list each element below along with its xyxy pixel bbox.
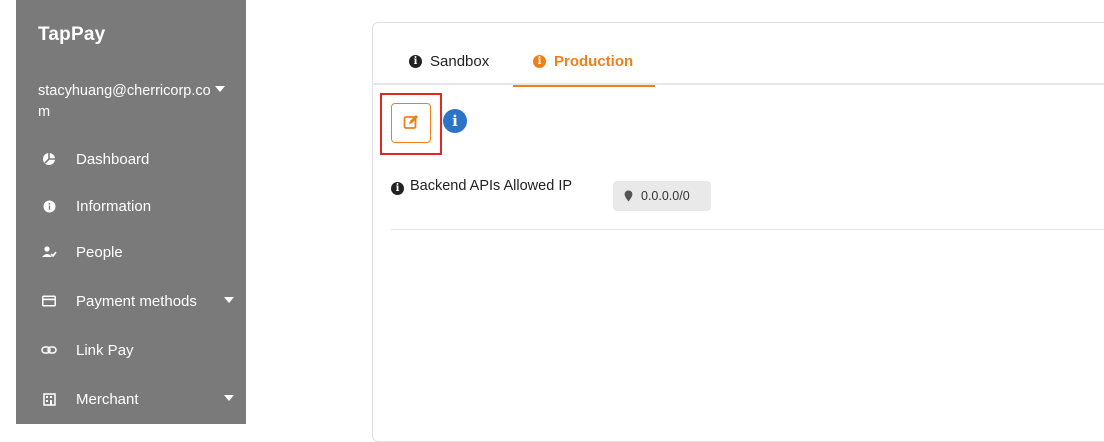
sidebar-item-payment-methods[interactable]: Payment methods: [38, 286, 238, 316]
tab-sandbox[interactable]: i Sandbox: [409, 53, 489, 87]
info-circle-icon: [38, 198, 60, 214]
brand-logo-text[interactable]: TapPay: [38, 24, 105, 46]
sidebar-item-label: Dashboard: [76, 150, 150, 168]
settings-card: i Sandbox i Production: [372, 22, 1104, 442]
left-margin: [0, 0, 16, 424]
sidebar-item-people[interactable]: People: [38, 237, 238, 267]
sidebar-item-link-pay[interactable]: Link Pay: [38, 335, 238, 365]
link-icon: [38, 342, 60, 358]
chevron-down-icon[interactable]: [224, 297, 234, 303]
edit-button[interactable]: [391, 103, 431, 143]
info-circle-icon: i: [533, 55, 546, 68]
divider: [391, 229, 1104, 230]
sidebar: TapPay stacyhuang@cherricorp.com Dashboa…: [16, 0, 246, 424]
tab-label: Production: [554, 53, 634, 70]
info-circle-icon: i: [391, 182, 404, 195]
credit-card-icon: [38, 293, 60, 309]
chevron-down-icon[interactable]: [224, 395, 234, 401]
building-icon: [38, 391, 60, 407]
allowed-ip-badge: 0.0.0.0/0: [613, 181, 711, 211]
pie-chart-icon: [38, 151, 60, 167]
map-pin-icon: [624, 190, 633, 202]
backend-apis-label: i Backend APIs Allowed IP: [391, 176, 591, 197]
info-circle-icon: i: [409, 55, 422, 68]
environment-tabs: i Sandbox i Production: [373, 49, 1104, 87]
backend-apis-label-text: Backend APIs Allowed IP: [410, 178, 573, 194]
allowed-ip-value: 0.0.0.0/0: [641, 189, 690, 203]
sidebar-item-information[interactable]: Information: [38, 191, 238, 221]
users-icon: [38, 244, 60, 260]
sidebar-item-label: Payment methods: [76, 292, 197, 310]
sidebar-item-label: Link Pay: [76, 341, 134, 359]
tab-label: Sandbox: [430, 53, 490, 70]
tab-production[interactable]: i Production: [513, 53, 655, 87]
account-caret-icon[interactable]: [215, 86, 225, 92]
sidebar-item-dashboard[interactable]: Dashboard: [38, 144, 238, 174]
sidebar-item-label: People: [76, 243, 123, 261]
info-icon[interactable]: i: [443, 109, 467, 133]
sidebar-item-merchant[interactable]: Merchant: [38, 384, 238, 414]
sidebar-item-label: Information: [76, 197, 152, 215]
sidebar-item-label: Merchant: [76, 390, 139, 408]
account-email[interactable]: stacyhuang@cherricorp.com: [38, 81, 218, 123]
edit-icon: [403, 114, 419, 133]
